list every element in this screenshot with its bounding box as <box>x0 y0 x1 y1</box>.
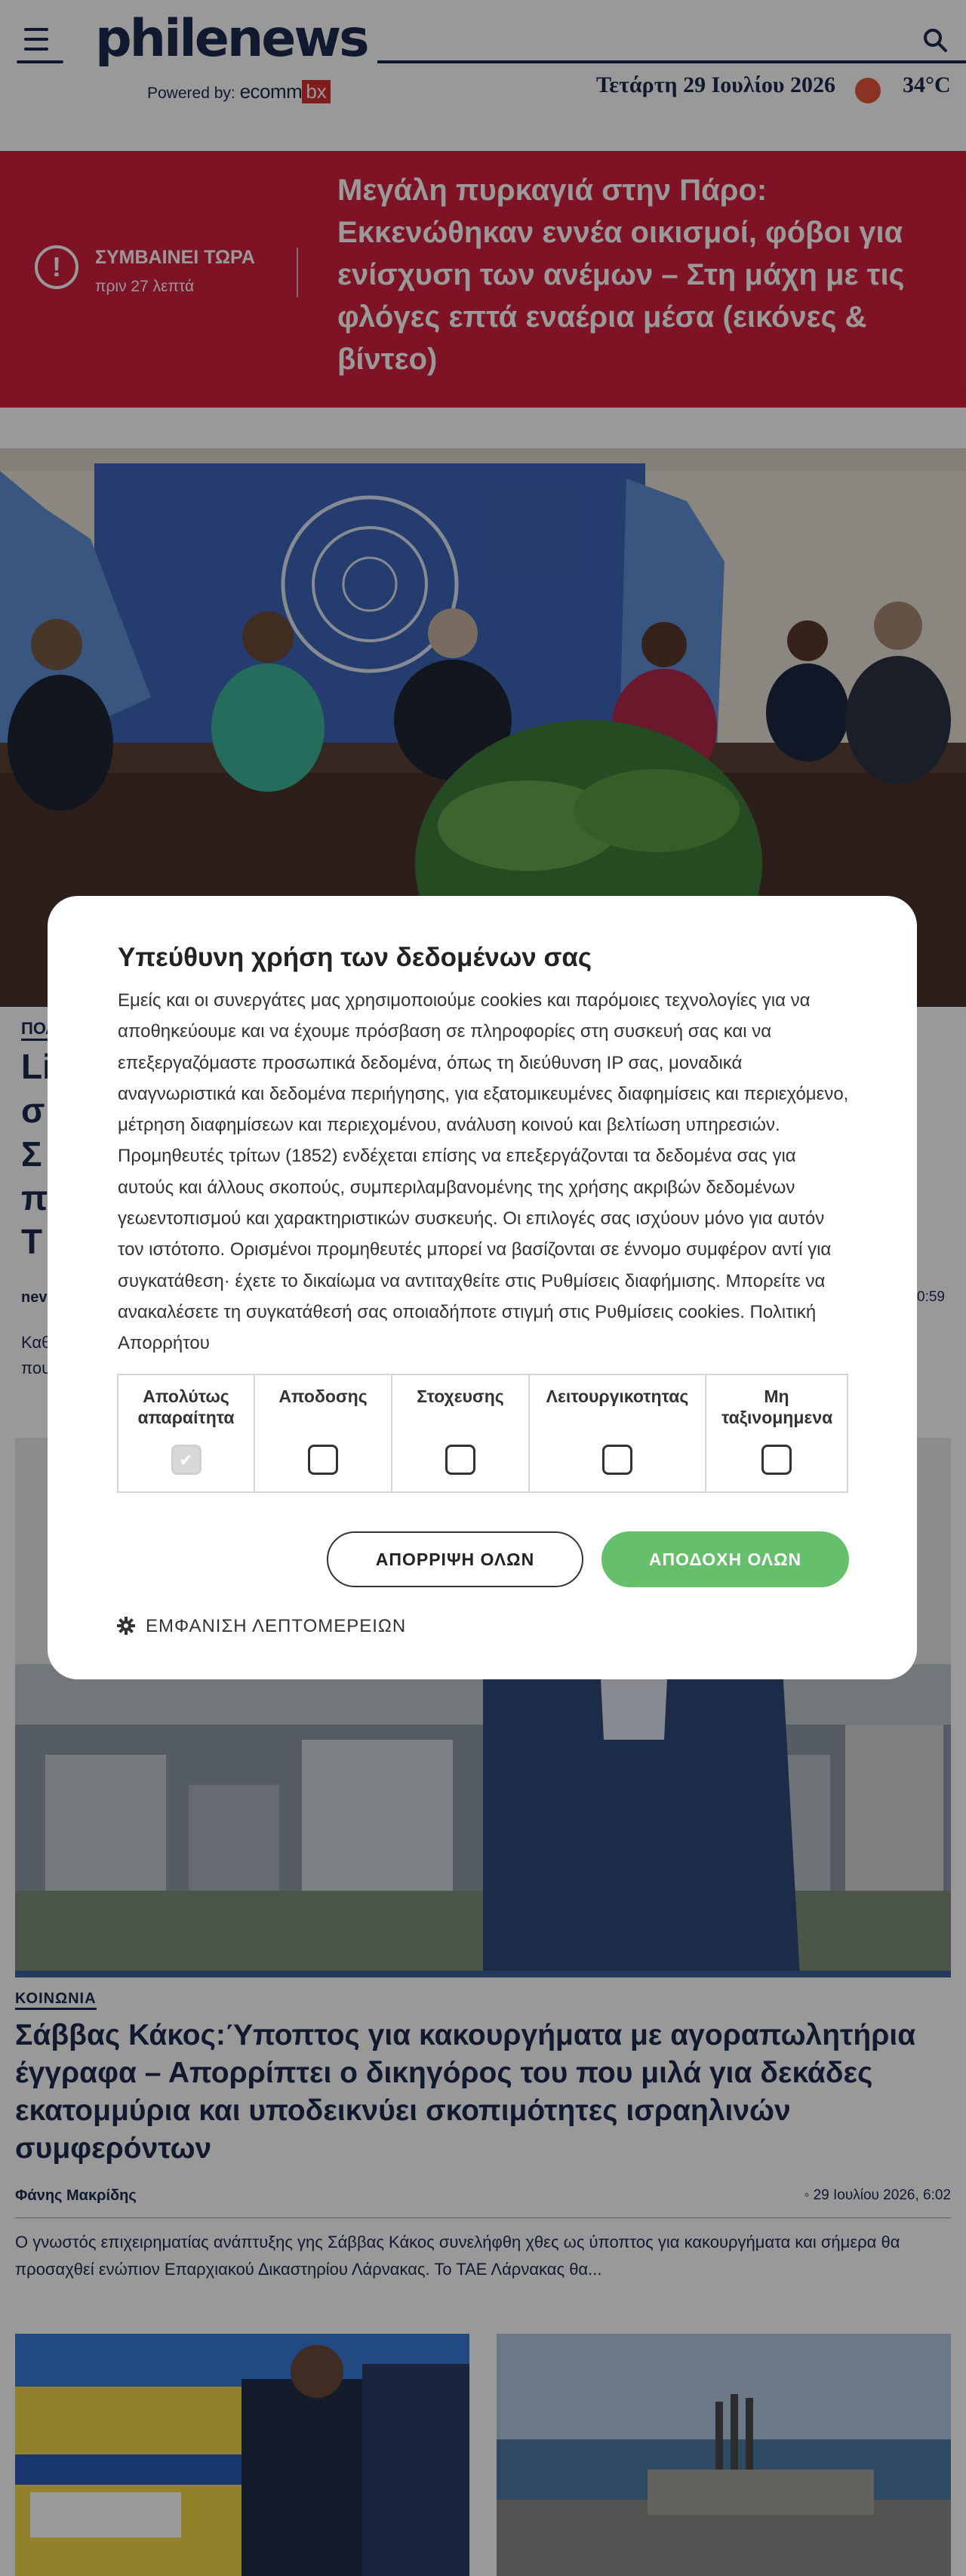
dialog-body-text: Εμείς και οι συνεργάτες μας χρησιμοποιού… <box>118 990 849 1322</box>
consent-checkbox-unclassified[interactable] <box>761 1445 792 1475</box>
consent-targeting: Στοχευσης <box>392 1375 530 1491</box>
cookie-consent-dialog: Υπεύθυνη χρήση των δεδομένων σας Εμείς κ… <box>48 896 917 1679</box>
consent-functionality: Λειτουργικοτητας <box>530 1375 706 1491</box>
consent-label: Λειτουργικοτητας <box>546 1386 689 1406</box>
dialog-title: Υπεύθυνη χρήση των δεδομένων σας <box>118 943 592 972</box>
consent-label: Απολύτως απαραίτητα <box>137 1386 235 1427</box>
consent-unclassified: Μη ταξινομημενα <box>706 1375 847 1491</box>
consent-checkbox-performance[interactable] <box>308 1445 338 1475</box>
gear-icon <box>117 1617 135 1635</box>
show-details-label: ΕΜΦΑΝΙΣΗ ΛΕΠΤΟΜΕΡΕΙΩΝ <box>146 1616 407 1636</box>
consent-performance: Αποδοσης <box>255 1375 392 1491</box>
show-details-button[interactable]: ΕΜΦΑΝΙΣΗ ΛΕΠΤΟΜΕΡΕΙΩΝ <box>117 1616 406 1637</box>
consent-label: Μη ταξινομημενα <box>721 1386 833 1427</box>
consent-checkbox-targeting[interactable] <box>445 1445 475 1475</box>
consent-label: Αποδοσης <box>278 1386 368 1406</box>
consent-strictly-necessary: Απολύτως απαραίτητα <box>118 1375 255 1491</box>
accept-all-button[interactable]: ΑΠΟΔΟΧΗ ΟΛΩΝ <box>601 1531 849 1587</box>
consent-label: Στοχευσης <box>417 1386 504 1406</box>
consent-checkbox-strictly-necessary <box>171 1445 202 1475</box>
reject-all-button[interactable]: ΑΠΟΡΡΙΨΗ ΟΛΩΝ <box>327 1531 583 1587</box>
dialog-body: Εμείς και οι συνεργάτες μας χρησιμοποιού… <box>118 985 850 1359</box>
consent-checkbox-functionality[interactable] <box>602 1445 632 1475</box>
consent-categories: Απολύτως απαραίτητα Αποδοσης Στοχευσης Λ… <box>117 1374 848 1493</box>
